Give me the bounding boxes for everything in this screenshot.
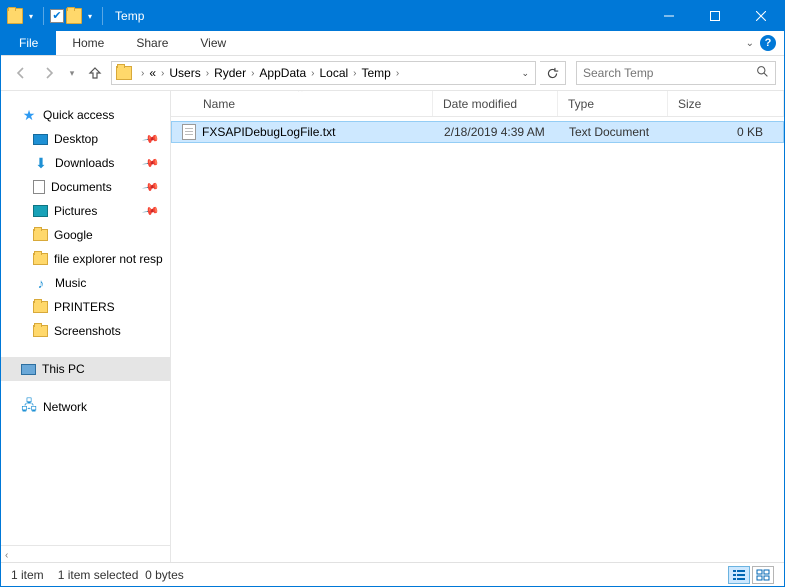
ribbon-expand-icon[interactable]: ⌄ [746,38,754,49]
tree-label: Pictures [54,204,97,218]
main-area: ★ Quick access Desktop 📌 ⬇ Downloads 📌 D… [1,91,784,562]
star-icon: ★ [21,107,37,123]
pin-icon: 📌 [142,178,161,197]
title-bar: ▾ ✔ ▾ Temp [1,1,784,31]
thumbnails-view-button[interactable] [752,566,774,584]
file-rows[interactable]: FXSAPIDebugLogFile.txt 2/18/2019 4:39 AM… [171,117,784,562]
properties-checkbox-icon[interactable]: ✔ [50,9,64,23]
pin-icon: 📌 [142,130,161,149]
ribbon: File Home Share View ⌄ ? [1,31,784,56]
navigation-tree[interactable]: ★ Quick access Desktop 📌 ⬇ Downloads 📌 D… [1,91,171,562]
column-date[interactable]: Date modified [433,91,558,116]
tree-item-desktop[interactable]: Desktop 📌 [1,127,170,151]
tree-label: This PC [42,362,85,376]
home-tab[interactable]: Home [56,31,120,55]
details-view-button[interactable] [728,566,750,584]
column-size[interactable]: Size [668,91,784,116]
qat-customize-icon[interactable]: ▾ [84,12,96,21]
folder-icon [33,325,48,337]
breadcrumb-item[interactable]: Ryder› [214,66,259,80]
tree-item-folder[interactable]: file explorer not resp [1,247,170,271]
refresh-button[interactable] [540,61,566,85]
text-file-icon [182,124,196,140]
address-history-icon[interactable]: ⌄ [515,68,535,79]
music-icon: ♪ [33,275,49,291]
tree-label: Quick access [43,108,114,122]
folder-icon [33,229,48,241]
tree-label: Network [43,400,87,414]
pin-icon: 📌 [142,202,161,221]
tree-item-documents[interactable]: Documents 📌 [1,175,170,199]
folder-icon [116,66,132,80]
tree-label: Google [54,228,93,242]
folder-icon [33,253,48,265]
file-type: Text Document [559,125,669,139]
tree-item-folder[interactable]: Screenshots [1,319,170,343]
desktop-icon [33,134,48,145]
file-size: 0 KB [669,125,783,139]
tree-label: file explorer not resp [54,252,163,266]
back-button[interactable] [9,61,33,85]
help-icon[interactable]: ? [760,35,776,51]
search-box[interactable] [576,61,776,85]
quick-access-toolbar: ▾ ✔ ▾ [1,7,107,25]
share-tab[interactable]: Share [120,31,184,55]
recent-locations-button[interactable]: ▾ [65,61,79,85]
documents-icon [33,180,45,194]
tree-item-folder[interactable]: Google [1,223,170,247]
file-list-pane: Name Date modified Type Size FXSAPIDebug… [171,91,784,562]
tree-label: Music [55,276,86,290]
status-item-count: 1 item [11,568,44,582]
new-folder-icon[interactable] [66,8,82,24]
tree-item-downloads[interactable]: ⬇ Downloads 📌 [1,151,170,175]
address-bar[interactable]: › «› Users› Ryder› AppData› Local› Temp›… [111,61,536,85]
breadcrumb-overflow[interactable]: «› [149,66,169,80]
column-headers: Name Date modified Type Size [171,91,784,117]
folder-icon [33,301,48,313]
tree-quick-access[interactable]: ★ Quick access [1,103,170,127]
pc-icon [21,364,36,375]
status-bytes: 0 bytes [145,568,184,582]
status-bar: 1 item 1 item selected 0 bytes [1,562,784,586]
folder-icon[interactable] [7,8,23,24]
tree-this-pc[interactable]: This PC [1,357,170,381]
search-icon[interactable] [750,65,775,81]
tree-item-pictures[interactable]: Pictures 📌 [1,199,170,223]
tree-item-folder[interactable]: PRINTERS [1,295,170,319]
column-name[interactable]: Name [171,91,433,116]
tree-network[interactable]: 🖧 Network [1,395,170,419]
status-selected-count: 1 item selected [58,568,139,582]
qat-dropdown-icon[interactable]: ▾ [25,12,37,21]
tree-item-music[interactable]: ♪ Music [1,271,170,295]
tree-label: Screenshots [54,324,121,338]
tree-label: Desktop [54,132,98,146]
file-date: 2/18/2019 4:39 AM [434,125,559,139]
breadcrumb-item[interactable]: Local› [319,66,361,80]
file-tab[interactable]: File [1,31,56,55]
downloads-icon: ⬇ [33,155,49,171]
window-title: Temp [115,9,144,23]
network-icon: 🖧 [21,399,37,415]
up-button[interactable] [83,61,107,85]
forward-button[interactable] [37,61,61,85]
breadcrumb-item[interactable]: Temp› [362,66,405,80]
tree-label: Documents [51,180,112,194]
search-input[interactable] [577,66,750,80]
breadcrumb-item[interactable]: AppData› [259,66,319,80]
navigation-bar: ▾ › «› Users› Ryder› AppData› Local› Tem… [1,56,784,91]
file-row[interactable]: FXSAPIDebugLogFile.txt 2/18/2019 4:39 AM… [171,121,784,143]
pin-icon: 📌 [142,154,161,173]
maximize-button[interactable] [692,1,738,31]
tree-label: Downloads [55,156,114,170]
minimize-button[interactable] [646,1,692,31]
close-button[interactable] [738,1,784,31]
file-name: FXSAPIDebugLogFile.txt [202,125,335,139]
tree-scroll-left-icon[interactable]: ‹ [5,550,8,561]
breadcrumb-item[interactable]: Users› [169,66,214,80]
view-tab[interactable]: View [184,31,242,55]
column-type[interactable]: Type [558,91,668,116]
tree-label: PRINTERS [54,300,115,314]
pictures-icon [33,205,48,217]
